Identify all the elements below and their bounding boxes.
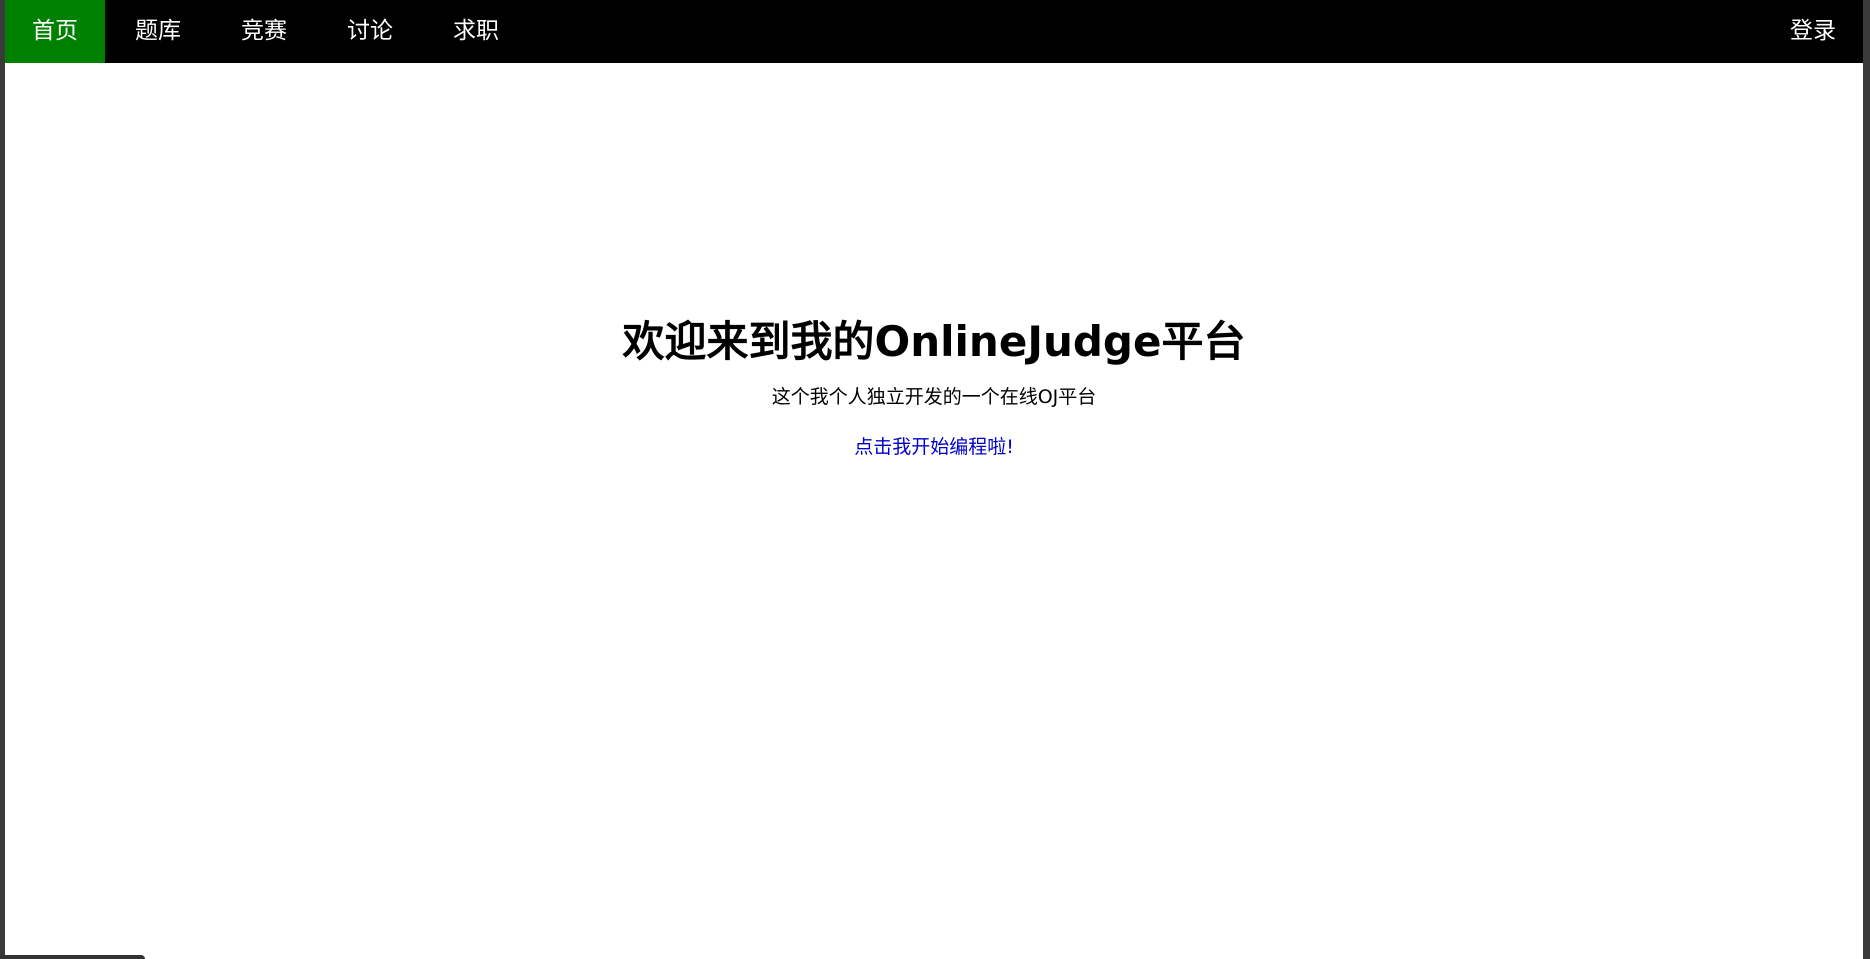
page-title: 欢迎来到我的OnlineJudge平台 bbox=[622, 317, 1246, 366]
nav-item-jobs[interactable]: 求职 bbox=[423, 0, 529, 63]
hero-section: 欢迎来到我的OnlineJudge平台 这个我个人独立开发的一个在线OJ平台 点… bbox=[5, 310, 1863, 462]
bottom-status-bar bbox=[0, 955, 145, 959]
top-navbar: 首页 题库 竞赛 讨论 求职 登录 bbox=[5, 0, 1863, 63]
nav-item-discuss[interactable]: 讨论 bbox=[317, 0, 423, 63]
page-subtitle: 这个我个人独立开发的一个在线OJ平台 bbox=[771, 386, 1097, 408]
nav-item-home[interactable]: 首页 bbox=[5, 0, 105, 63]
browser-page: 首页 题库 竞赛 讨论 求职 登录 欢迎来到我的OnlineJudge平台 这个… bbox=[5, 0, 1863, 959]
start-coding-link[interactable]: 点击我开始编程啦! bbox=[854, 432, 1014, 462]
login-button[interactable]: 登录 bbox=[1763, 0, 1863, 63]
nav-item-problems[interactable]: 题库 bbox=[105, 0, 211, 63]
nav-item-contests[interactable]: 竞赛 bbox=[211, 0, 317, 63]
